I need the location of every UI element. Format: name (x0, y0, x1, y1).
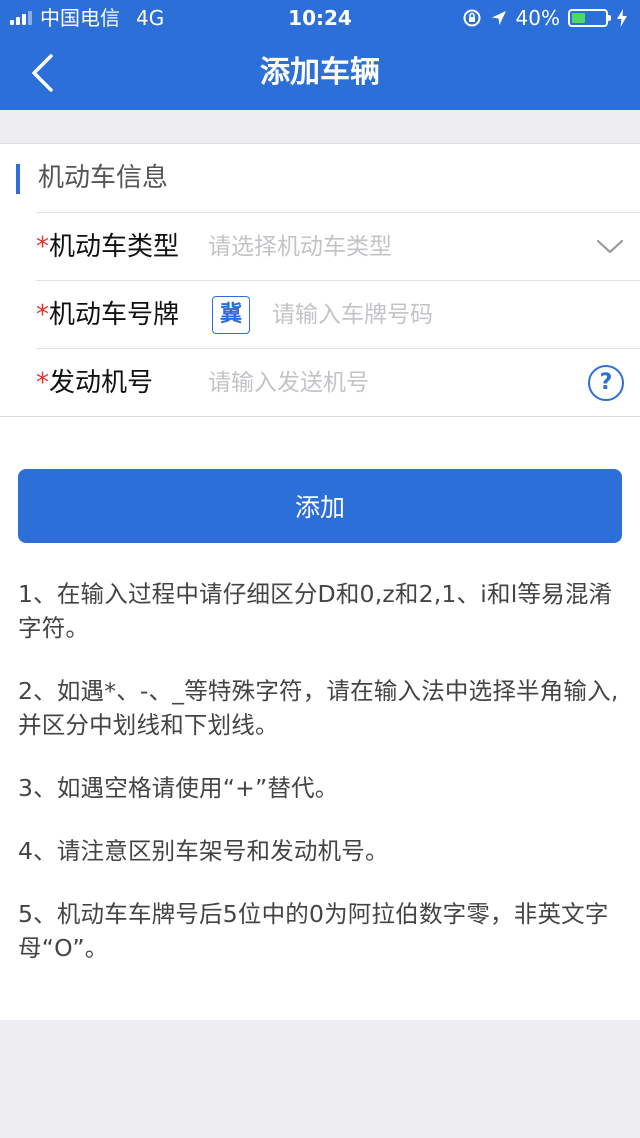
note-item: 1、在输入过程中请仔细区分D和0,z和2,1、i和l等易混淆字符。 (18, 580, 613, 642)
note-item: 5、机动车车牌号后5位中的0为阿拉伯数字零，非英文字母“O”。 (18, 900, 609, 962)
vehicle-type-label-text: 机动车类型 (49, 232, 180, 262)
note-item: 2、如遇*、-、_等特殊字符，请在输入法中选择半角输入,并区分中划线和下划线。 (18, 677, 619, 739)
plate-number-input[interactable] (272, 291, 622, 339)
back-button[interactable] (22, 50, 62, 96)
add-button[interactable]: 添加 (18, 469, 622, 543)
section-title: 机动车信息 (38, 163, 169, 193)
chevron-down-icon[interactable] (596, 235, 624, 259)
chevron-left-icon (32, 54, 53, 92)
rotation-lock-icon (463, 9, 481, 27)
vehicle-type-row[interactable]: *机动车类型 (36, 212, 640, 280)
engine-label-text: 发动机号 (49, 368, 154, 398)
plate-label-text: 机动车号牌 (49, 300, 180, 330)
required-mark: * (36, 300, 49, 330)
vehicle-type-select[interactable] (208, 223, 578, 271)
location-icon (491, 11, 506, 25)
engine-label: *发动机号 (36, 349, 153, 417)
status-bar: 中国电信 4G 10:24 40% (0, 0, 640, 36)
note-item: 4、请注意区别车架号和发动机号。 (18, 837, 389, 865)
help-icon[interactable]: ? (588, 365, 624, 401)
status-right: 40% (462, 0, 628, 36)
engine-row: *发动机号 ? (36, 348, 640, 418)
battery-icon (568, 9, 611, 27)
required-mark: * (36, 232, 49, 262)
header: 中国电信 4G 10:24 40% 添加车辆 (0, 0, 640, 110)
vehicle-info-card: 机动车信息 *机动车类型 *机动车号牌 冀 *发动机号 ? (0, 143, 640, 417)
section-header: 机动车信息 (0, 144, 640, 212)
plate-row: *机动车号牌 冀 (36, 280, 640, 348)
battery-percent: 40% (515, 6, 560, 30)
battery-fill (572, 13, 585, 23)
main-area: 添加 1、在输入过程中请仔细区分D和0,z和2,1、i和l等易混淆字符。 2、如… (0, 417, 640, 1020)
section-accent-bar (16, 164, 20, 194)
charging-icon (617, 9, 627, 27)
nav-bar: 添加车辆 (0, 36, 640, 110)
engine-number-input[interactable] (208, 359, 568, 407)
required-mark: * (36, 368, 49, 398)
province-selector[interactable]: 冀 (212, 296, 250, 334)
page-title: 添加车辆 (260, 55, 380, 90)
notes-list: 1、在输入过程中请仔细区分D和0,z和2,1、i和l等易混淆字符。 2、如遇*、… (18, 577, 622, 994)
vehicle-type-label: *机动车类型 (36, 213, 179, 281)
note-item: 3、如遇空格请使用“+”替代。 (18, 774, 339, 802)
plate-label: *机动车号牌 (36, 281, 179, 349)
